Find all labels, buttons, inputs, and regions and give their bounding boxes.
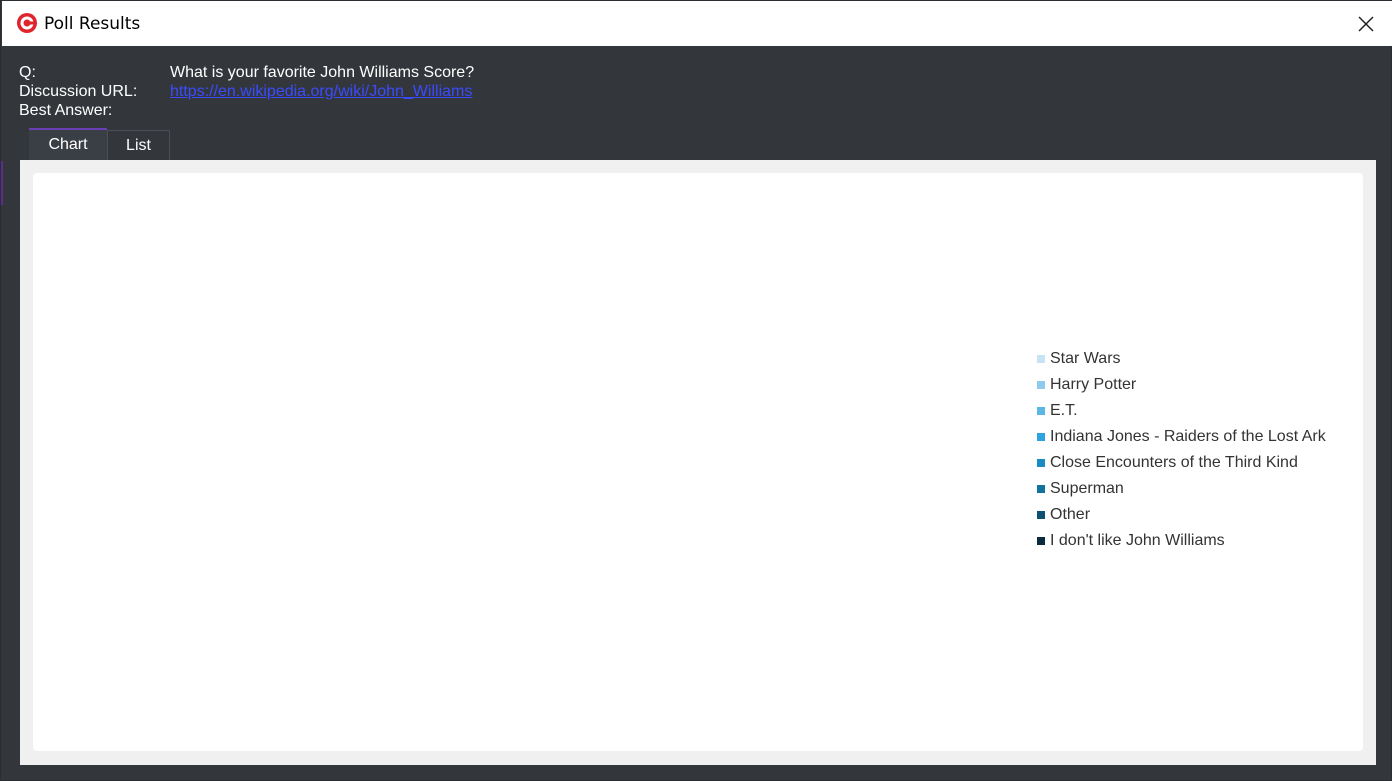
discussion-url-link[interactable]: https://en.wikipedia.org/wiki/John_Willi… [170,82,472,101]
tab-chart[interactable]: Chart [29,128,107,160]
window-title: Poll Results [44,14,141,34]
legend-swatch [1037,407,1045,415]
legend-swatch [1037,511,1045,519]
question-label: Q: [19,64,36,81]
app-logo-icon [16,12,38,34]
legend-swatch [1037,485,1045,493]
question-value: What is your favorite John Williams Scor… [170,64,475,81]
legend-label: Close Encounters of the Third Kind [1050,454,1298,471]
legend-swatch [1037,433,1045,441]
edge-accent [1,161,3,205]
legend-label: Other [1050,506,1091,523]
best-answer-label: Best Answer: [19,102,113,119]
legend-label: E.T. [1050,402,1078,419]
discussion-url-label: Discussion URL: [19,83,138,100]
legend-label: I don't like John Williams [1050,532,1225,549]
close-button[interactable] [1350,8,1382,40]
title-bar: Poll Results [2,1,1392,46]
legend-label: Star Wars [1050,350,1121,367]
tab-list[interactable]: List [107,130,170,160]
legend-swatch [1037,459,1045,467]
legend-label: Harry Potter [1050,376,1137,393]
close-icon [1358,16,1374,32]
chart-area: Star Wars Harry Potter E.T. Indiana Jones -… [33,173,1363,751]
legend-label: Indiana Jones - Raiders of the Lost Ark [1050,428,1326,445]
legend-swatch [1037,381,1045,389]
legend-swatch [1037,537,1045,545]
legend-label: Superman [1050,480,1124,497]
chart-tab-panel: Star Wars Harry Potter E.T. Indiana Jones -… [20,160,1376,765]
legend-swatch [1037,355,1045,363]
poll-results-window: Poll Results Q: What is your favorite Jo… [0,0,1392,781]
